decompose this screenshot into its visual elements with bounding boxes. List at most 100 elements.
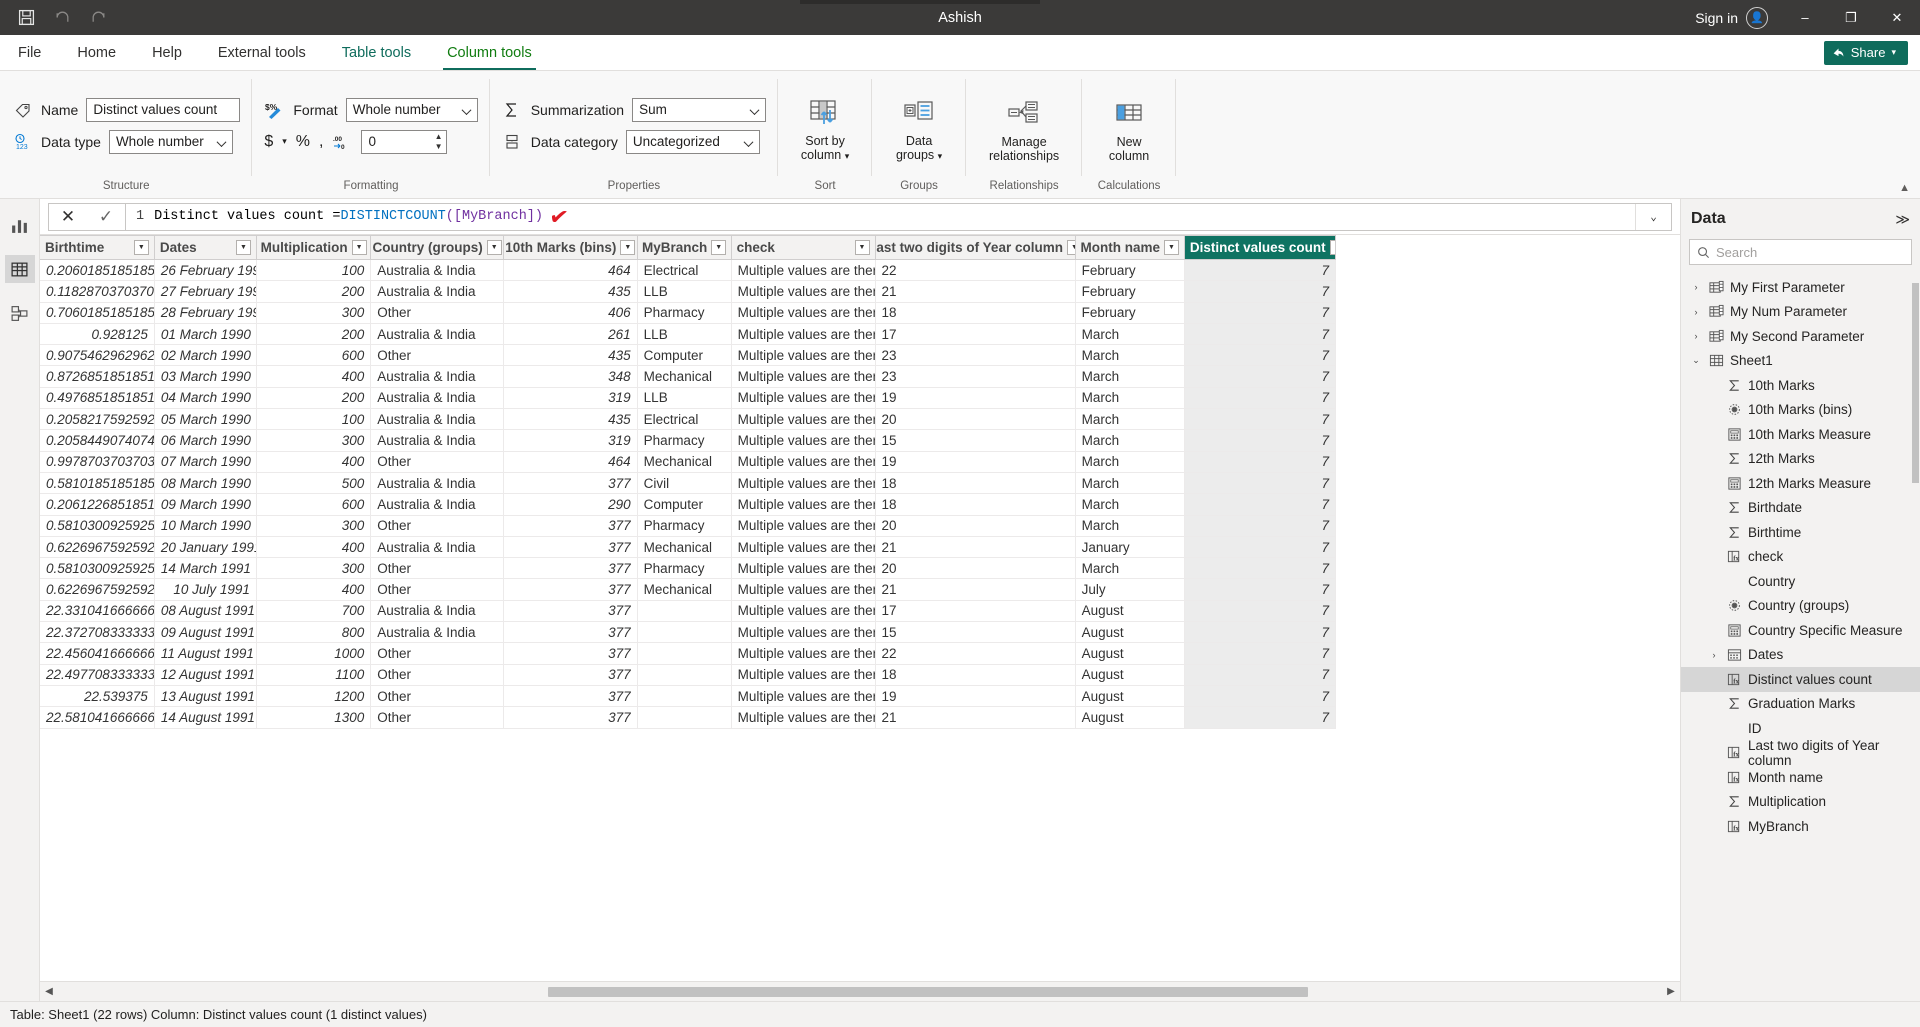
table-cell[interactable]: March [1075, 451, 1185, 473]
table-cell[interactable]: 7 [1184, 451, 1337, 473]
table-cell[interactable]: Australia & India [370, 621, 504, 644]
table-cell[interactable]: 400 [256, 451, 372, 473]
table-cell[interactable]: 05 March 1990 [154, 408, 257, 431]
scroll-left-icon[interactable]: ◀ [40, 986, 58, 997]
table-row[interactable]: 22.3310416666666708 August 1991700Austra… [40, 600, 1337, 623]
table-cell[interactable]: 7 [1184, 621, 1337, 644]
table-cell[interactable]: 700 [256, 600, 372, 623]
table-cell[interactable]: 22.58104166666667 [40, 706, 155, 729]
table-cell[interactable]: Other [370, 557, 504, 580]
column-filter-chevron-down-icon[interactable]: ▼ [1329, 240, 1335, 255]
minimize-button[interactable]: – [1782, 0, 1828, 35]
table-cell[interactable]: 0.206122685185185 [40, 493, 155, 516]
table-cell[interactable]: 0.206018518518519 [40, 259, 155, 282]
table-row[interactable]: 22.4977083333333312 August 19911100Other… [40, 664, 1337, 686]
field-list-item[interactable]: › Dates [1681, 643, 1920, 668]
table-cell[interactable]: 435 [503, 408, 638, 431]
table-row[interactable]: 22.3727083333333309 August 1991800Austra… [40, 621, 1337, 644]
table-cell[interactable]: 22.539375 [40, 685, 155, 708]
table-cell[interactable]: 464 [503, 259, 638, 282]
grid-column-header[interactable]: check ▼ [731, 235, 876, 260]
table-row[interactable]: 0.928125 01 March 1990 200 Australia & Indi… [40, 323, 1337, 346]
table-cell[interactable]: 7 [1184, 664, 1337, 686]
table-cell[interactable]: 23 [875, 344, 1076, 367]
table-cell[interactable]: Other [370, 664, 504, 686]
table-cell[interactable]: August [1075, 621, 1185, 644]
currency-icon[interactable]: $ [264, 133, 273, 151]
table-cell[interactable]: 7 [1184, 408, 1337, 431]
table-cell[interactable]: Computer [637, 493, 732, 516]
sidebar-item-model-view[interactable] [5, 299, 35, 327]
table-cell[interactable]: 22.37270833333333 [40, 621, 155, 644]
table-cell[interactable]: 100 [256, 259, 372, 282]
table-row[interactable]: 0.70601851851851828 February 1990300Othe… [40, 302, 1337, 324]
table-cell[interactable]: January [1075, 536, 1185, 559]
table-cell[interactable]: 1000 [256, 642, 372, 665]
table-cell[interactable]: 04 March 1990 [154, 387, 257, 410]
data-category-select[interactable]: Uncategorized [625, 129, 760, 154]
formula-commit-button[interactable]: ✓ [87, 204, 125, 230]
table-cell[interactable]: February [1075, 280, 1185, 303]
field-list-item[interactable]: 12th Marks Measure [1681, 471, 1920, 496]
column-filter-chevron-down-icon[interactable]: ▼ [351, 240, 367, 255]
table-cell[interactable]: 18 [875, 302, 1076, 324]
table-cell[interactable]: March [1075, 365, 1185, 388]
table-cell[interactable]: Australia & India [370, 493, 504, 516]
table-cell[interactable]: 7 [1184, 344, 1337, 367]
table-cell[interactable]: Multiple values are there [731, 664, 876, 686]
table-cell[interactable]: Australia & India [370, 387, 504, 410]
table-cell[interactable]: 0.205844907407407 [40, 429, 155, 452]
table-cell[interactable]: 17 [875, 600, 1076, 623]
table-cell[interactable]: 0.118287037037037 [40, 280, 155, 303]
table-cell[interactable]: 15 [875, 621, 1076, 644]
table-cell[interactable]: Multiple values are there [731, 429, 876, 452]
table-cell[interactable]: 200 [256, 280, 372, 303]
table-cell[interactable]: 21 [875, 706, 1076, 729]
table-cell[interactable]: Multiple values are there [731, 493, 876, 516]
field-list-item[interactable]: Multiplication [1681, 790, 1920, 815]
share-button[interactable]: Share ▾ [1823, 40, 1908, 65]
grid-column-header[interactable]: Birthtime ▼ [40, 235, 155, 260]
table-cell[interactable]: March [1075, 429, 1185, 452]
table-cell[interactable]: 377 [503, 685, 638, 708]
decimal-places-stepper[interactable]: 0 ▲ ▼ [361, 129, 448, 154]
field-list-item[interactable]: fx check [1681, 545, 1920, 570]
table-row[interactable]: 0.20584490740740706 March 1990300Austral… [40, 429, 1337, 452]
table-cell[interactable]: 7 [1184, 259, 1337, 282]
table-cell[interactable] [637, 621, 732, 644]
table-cell[interactable]: Australia & India [370, 259, 504, 282]
table-cell[interactable]: 7 [1184, 387, 1337, 410]
table-cell[interactable]: 28 February 1990 [154, 302, 257, 324]
expand-chevron-icon[interactable]: › [1689, 282, 1703, 292]
column-filter-chevron-down-icon[interactable]: ▼ [235, 240, 251, 255]
table-row[interactable]: 0.90754629629629602 March 1990600Other43… [40, 344, 1337, 367]
table-cell[interactable]: Other [370, 344, 504, 367]
table-cell[interactable]: 7 [1184, 302, 1337, 324]
table-cell[interactable]: 800 [256, 621, 372, 644]
table-cell[interactable]: March [1075, 557, 1185, 580]
table-cell[interactable]: Mechanical [637, 365, 732, 388]
table-cell[interactable]: 500 [256, 472, 372, 495]
table-row[interactable]: 0.62269675925925920 January 1991400Austr… [40, 536, 1337, 559]
scroll-track[interactable] [58, 986, 1662, 998]
table-cell[interactable]: 10 July 1991 [154, 578, 257, 601]
scroll-right-icon[interactable]: ▶ [1662, 986, 1680, 997]
table-cell[interactable]: 0.581018518518518 [40, 472, 155, 495]
table-cell[interactable]: 406 [503, 302, 638, 324]
table-cell[interactable]: 200 [256, 323, 372, 346]
field-list-item[interactable]: Country (groups) [1681, 594, 1920, 619]
table-cell[interactable]: 26 February 1990 [154, 259, 257, 282]
table-cell[interactable]: Multiple values are there [731, 642, 876, 665]
table-row[interactable]: 0.62269675925925910 July 1991400Other377… [40, 578, 1337, 601]
table-cell[interactable]: 7 [1184, 600, 1337, 623]
table-cell[interactable]: 09 August 1991 [154, 621, 257, 644]
table-cell[interactable]: 21 [875, 536, 1076, 559]
data-pane-scrollbar[interactable] [1912, 273, 1919, 663]
table-cell[interactable]: Australia & India [370, 323, 504, 346]
grid-column-header[interactable]: Dates ▼ [154, 235, 257, 260]
table-cell[interactable]: 600 [256, 344, 372, 367]
table-cell[interactable]: Multiple values are there [731, 557, 876, 580]
column-filter-chevron-down-icon[interactable]: ▼ [711, 240, 727, 255]
grid-column-header[interactable]: Distinct values count▼ [1184, 235, 1337, 260]
field-list-item[interactable]: fx MyBranch [1681, 814, 1920, 839]
